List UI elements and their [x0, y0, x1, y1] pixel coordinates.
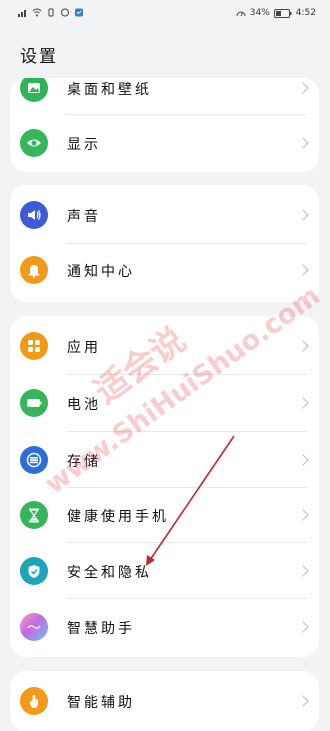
notification-icon	[61, 8, 69, 17]
speaker-icon	[20, 201, 48, 229]
bell-icon	[20, 256, 48, 284]
menu-item-security-privacy[interactable]: 安全和隐私	[10, 543, 319, 599]
chevron-right-icon	[297, 565, 309, 577]
menu-item-label: 存储	[67, 454, 101, 470]
chevron-right-icon	[297, 340, 309, 352]
menu-item-label: 桌面和壁纸	[67, 82, 152, 98]
hourglass-icon	[20, 501, 48, 529]
menu-item-digital-balance[interactable]: 健康使用手机	[10, 487, 319, 543]
chevron-right-icon	[297, 454, 309, 466]
menu-item-label: 智慧助手	[67, 621, 135, 637]
settings-group-apps: 应用 电池 存储 健康使用手机 安全和隐私 智慧助手	[10, 316, 319, 657]
storage-icon	[20, 446, 48, 474]
chevron-right-icon	[297, 137, 309, 149]
chevron-right-icon	[297, 397, 309, 409]
menu-item-sound[interactable]: 声音	[10, 187, 319, 243]
vibrate-icon	[48, 8, 54, 17]
battery-icon	[20, 389, 48, 417]
battery-icon	[273, 8, 292, 18]
settings-group-sound: 声音 通知中心	[10, 185, 319, 302]
eye-icon	[20, 129, 48, 157]
menu-item-wallpaper[interactable]: 桌面和壁纸	[10, 78, 319, 116]
wifi-icon	[32, 8, 42, 17]
speed-icon	[236, 11, 246, 16]
settings-group-display: 桌面和壁纸 显示	[10, 78, 319, 172]
shield-badge-icon	[75, 8, 83, 17]
menu-item-label: 健康使用手机	[67, 509, 169, 525]
menu-item-smart-assistant[interactable]: 智慧助手	[10, 599, 319, 655]
chevron-right-icon	[297, 621, 309, 633]
status-time: 4:52	[295, 8, 316, 18]
menu-item-notifications[interactable]: 通知中心	[10, 243, 319, 299]
menu-item-label: 电池	[67, 397, 101, 413]
chevron-right-icon	[297, 209, 309, 221]
menu-item-storage[interactable]: 存储	[10, 432, 319, 488]
battery-percent: 34%	[249, 8, 270, 18]
menu-item-label: 应用	[67, 340, 101, 356]
page-title: 设置	[20, 47, 58, 67]
apps-icon	[20, 332, 48, 360]
status-bar: 34% 4:52	[0, 0, 330, 28]
menu-item-display[interactable]: 显示	[10, 115, 319, 171]
menu-item-label: 显示	[67, 137, 101, 153]
chevron-right-icon	[297, 82, 309, 94]
menu-item-label: 安全和隐私	[67, 565, 152, 581]
chevron-right-icon	[297, 264, 309, 276]
menu-item-label: 声音	[67, 209, 101, 225]
menu-item-battery[interactable]: 电池	[10, 375, 319, 431]
shield-icon	[20, 557, 48, 585]
menu-item-accessibility[interactable]: 智能辅助	[10, 673, 319, 729]
chevron-right-icon	[297, 695, 309, 707]
signal-icon	[18, 10, 26, 17]
assistant-icon	[20, 613, 48, 641]
menu-item-label: 智能辅助	[67, 695, 135, 711]
settings-group-accessibility: 智能辅助	[10, 671, 319, 731]
menu-item-apps[interactable]: 应用	[10, 318, 319, 374]
hand-icon	[20, 687, 48, 715]
chevron-right-icon	[297, 509, 309, 521]
menu-item-label: 通知中心	[67, 264, 135, 280]
wallpaper-icon	[20, 78, 48, 102]
